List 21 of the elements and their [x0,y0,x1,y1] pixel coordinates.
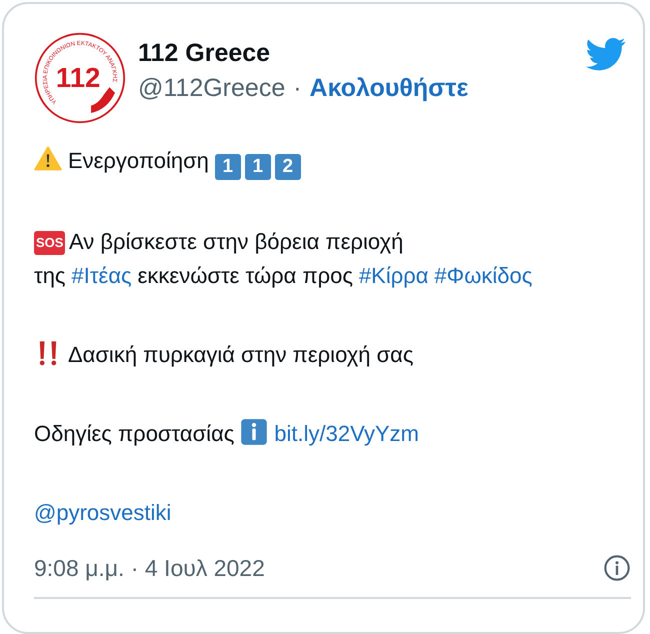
mention-link[interactable]: @pyrosvestiki [34,500,172,525]
info-icon[interactable] [603,554,631,582]
tweet-paragraph: Ενεργοποίηση 1 1 2 [34,144,614,180]
url-link[interactable]: bit.ly/32VyYzm [274,421,419,446]
sos-emoji: SOS [34,231,66,255]
tweet-paragraph: SOS Αν βρίσκεστε στην βόρεια περιοχή της #Ιτέας εκκενώστε τώρα προς #Κίρρα #Φωκίδος [34,228,534,290]
tweet-paragraph: Δασική πυρκαγιά στην περιοχή σας [34,338,614,372]
author-handle[interactable]: @112Greece [138,70,286,106]
separator-dot: · [293,73,302,104]
keycap-emoji: 1 [214,154,241,180]
hashtag-link[interactable]: #Κίρρα [358,263,428,288]
info-icon [240,418,268,446]
hashtag-link[interactable]: #Φωκίδος [434,263,532,288]
warning-icon [34,145,62,173]
tweet-timestamp[interactable]: 9:08 μ.μ. · 4 Ιουλ 2022 [34,551,265,585]
keycap-emoji: 1 [244,154,271,180]
author-name[interactable]: 112 Greece [138,36,468,70]
follow-link[interactable]: Ακολουθήστε [310,70,468,106]
tweet-paragraph: Οδηγίες προστασίας bit.ly/32VyYzm [34,417,614,451]
keycap-emoji: 2 [274,154,301,180]
hashtag-link[interactable]: #Ιτέας [71,263,132,288]
